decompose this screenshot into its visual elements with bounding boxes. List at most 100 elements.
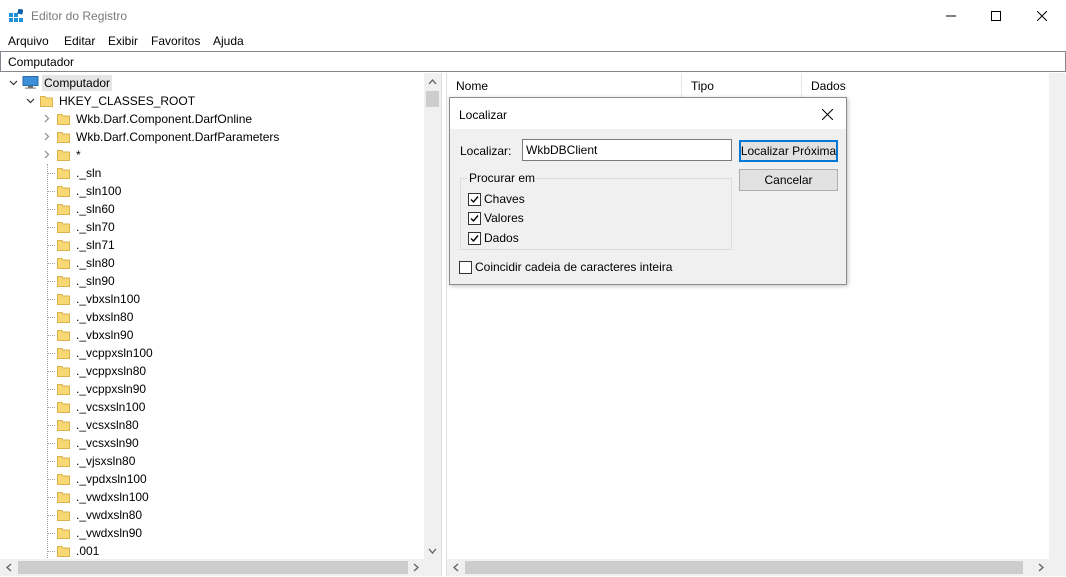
tree-connector	[47, 425, 55, 426]
chevron-down-icon[interactable]	[26, 96, 35, 105]
tree-hive[interactable]: HKEY_CLASSES_ROOT	[0, 92, 424, 110]
tree-item[interactable]: ._sln100	[0, 182, 424, 200]
folder-icon	[57, 348, 70, 359]
tree-root[interactable]: Computador	[0, 74, 424, 92]
column-header-dados[interactable]: Dados	[802, 73, 1049, 97]
scroll-up-icon[interactable]	[424, 73, 441, 90]
menu-editar[interactable]: Editar	[64, 34, 95, 48]
tree-item[interactable]: ._sln71	[0, 236, 424, 254]
find-next-button[interactable]: Localizar Próxima	[739, 140, 838, 162]
checkbox-match-whole[interactable]	[459, 260, 472, 274]
tree-item[interactable]: ._vbxsln100	[0, 290, 424, 308]
column-header-tipo[interactable]: Tipo	[682, 73, 802, 97]
menu-arquivo[interactable]: Arquivo	[8, 34, 49, 48]
chevron-down-icon[interactable]	[9, 78, 18, 87]
maximize-button[interactable]	[973, 0, 1019, 31]
tree-item[interactable]: ._vwdxsln90	[0, 524, 424, 542]
tree-vertical-scrollbar[interactable]	[424, 73, 441, 559]
option-valores[interactable]: Valores	[468, 210, 524, 226]
option-match-whole[interactable]: Coincidir cadeia de caracteres inteira	[459, 259, 672, 275]
tree-item[interactable]: ._vwdxsln80	[0, 506, 424, 524]
chevron-right-icon[interactable]	[42, 114, 51, 123]
tree-item[interactable]: ._vcsxsln90	[0, 434, 424, 452]
tree-guide-line	[47, 164, 48, 560]
folder-icon	[57, 168, 70, 179]
cancel-button[interactable]: Cancelar	[739, 169, 838, 191]
column-header-nome[interactable]: Nome	[447, 73, 682, 97]
tree-item[interactable]: ._vbxsln90	[0, 326, 424, 344]
window-title: Editor do Registro	[31, 9, 128, 23]
folder-icon	[57, 132, 70, 143]
tree-item-label: ._sln90	[76, 274, 115, 288]
chevron-right-icon[interactable]	[42, 132, 51, 141]
address-bar[interactable]: Computador	[0, 51, 1066, 72]
tree-item[interactable]: ._vcsxsln80	[0, 416, 424, 434]
tree-item[interactable]: ._vcppxsln90	[0, 380, 424, 398]
tree-item-label: ._sln71	[76, 238, 115, 252]
dialog-close-button[interactable]	[812, 101, 842, 127]
tree-connector	[47, 497, 55, 498]
tree-item-label: ._vcppxsln100	[76, 346, 153, 360]
tree-item[interactable]: ._vcppxsln80	[0, 362, 424, 380]
tree-item[interactable]: ._vcppxsln100	[0, 344, 424, 362]
checkbox-chaves[interactable]	[468, 192, 481, 206]
tree-connector	[47, 515, 55, 516]
menu-exibir[interactable]: Exibir	[108, 34, 138, 48]
scroll-left-icon[interactable]	[0, 559, 17, 576]
scrollbar-corner	[1049, 559, 1066, 576]
menu-ajuda[interactable]: Ajuda	[213, 34, 244, 48]
tree-item[interactable]: ._sln60	[0, 200, 424, 218]
folder-icon	[57, 186, 70, 197]
tree-hscroll-thumb[interactable]	[18, 561, 408, 574]
tree-connector	[47, 299, 55, 300]
folder-icon	[57, 312, 70, 323]
tree-item[interactable]: ._sln70	[0, 218, 424, 236]
tree-item-label: Wkb.Darf.Component.DarfParameters	[76, 130, 280, 144]
folder-icon	[57, 222, 70, 233]
scroll-right-icon[interactable]	[1032, 559, 1049, 576]
chevron-right-icon[interactable]	[42, 150, 51, 159]
folder-icon	[57, 546, 70, 557]
tree-item[interactable]: ._sln90	[0, 272, 424, 290]
folder-icon	[57, 510, 70, 521]
tree-item[interactable]: ._vcsxsln100	[0, 398, 424, 416]
option-chaves[interactable]: Chaves	[468, 191, 525, 207]
scroll-right-icon[interactable]	[407, 559, 424, 576]
title-bar: Editor do Registro	[0, 0, 1066, 31]
tree-item[interactable]: ._sln	[0, 164, 424, 182]
tree-item[interactable]: .001	[0, 542, 424, 560]
values-horizontal-scrollbar[interactable]	[447, 559, 1049, 576]
values-vertical-scrollbar[interactable]	[1049, 73, 1066, 559]
find-input[interactable]	[522, 139, 732, 161]
tree-item[interactable]: ._vwdxsln100	[0, 488, 424, 506]
tree-item[interactable]: ._vpdxsln100	[0, 470, 424, 488]
close-button[interactable]	[1019, 0, 1065, 31]
tree-scroll-thumb[interactable]	[426, 91, 439, 107]
folder-icon	[57, 384, 70, 395]
menu-favoritos[interactable]: Favoritos	[151, 34, 200, 48]
folder-icon	[57, 402, 70, 413]
scroll-left-icon[interactable]	[447, 559, 464, 576]
minimize-button[interactable]	[928, 0, 974, 31]
folder-icon	[57, 438, 70, 449]
scroll-down-icon[interactable]	[424, 542, 441, 559]
tree-item[interactable]: *	[0, 146, 424, 164]
tree-connector	[47, 371, 55, 372]
tree-item-label: ._vjsxsln80	[76, 454, 136, 468]
tree-item[interactable]: ._vbxsln80	[0, 308, 424, 326]
tree-item[interactable]: ._vjsxsln80	[0, 452, 424, 470]
checkbox-dados[interactable]	[468, 231, 481, 245]
checkbox-valores[interactable]	[468, 211, 481, 225]
tree-connector	[47, 191, 55, 192]
tree-item[interactable]: ._sln80	[0, 254, 424, 272]
tree-connector	[47, 479, 55, 480]
folder-icon	[57, 294, 70, 305]
tree-item[interactable]: Wkb.Darf.Component.DarfParameters	[0, 128, 424, 146]
checkmark-icon	[470, 214, 479, 222]
dialog-title-bar: Localizar	[450, 98, 846, 129]
tree-item[interactable]: Wkb.Darf.Component.DarfOnline	[0, 110, 424, 128]
option-dados[interactable]: Dados	[468, 230, 519, 246]
tree-horizontal-scrollbar[interactable]	[0, 559, 424, 576]
values-hscroll-thumb[interactable]	[465, 561, 1023, 574]
option-match-whole-label: Coincidir cadeia de caracteres inteira	[475, 260, 673, 274]
